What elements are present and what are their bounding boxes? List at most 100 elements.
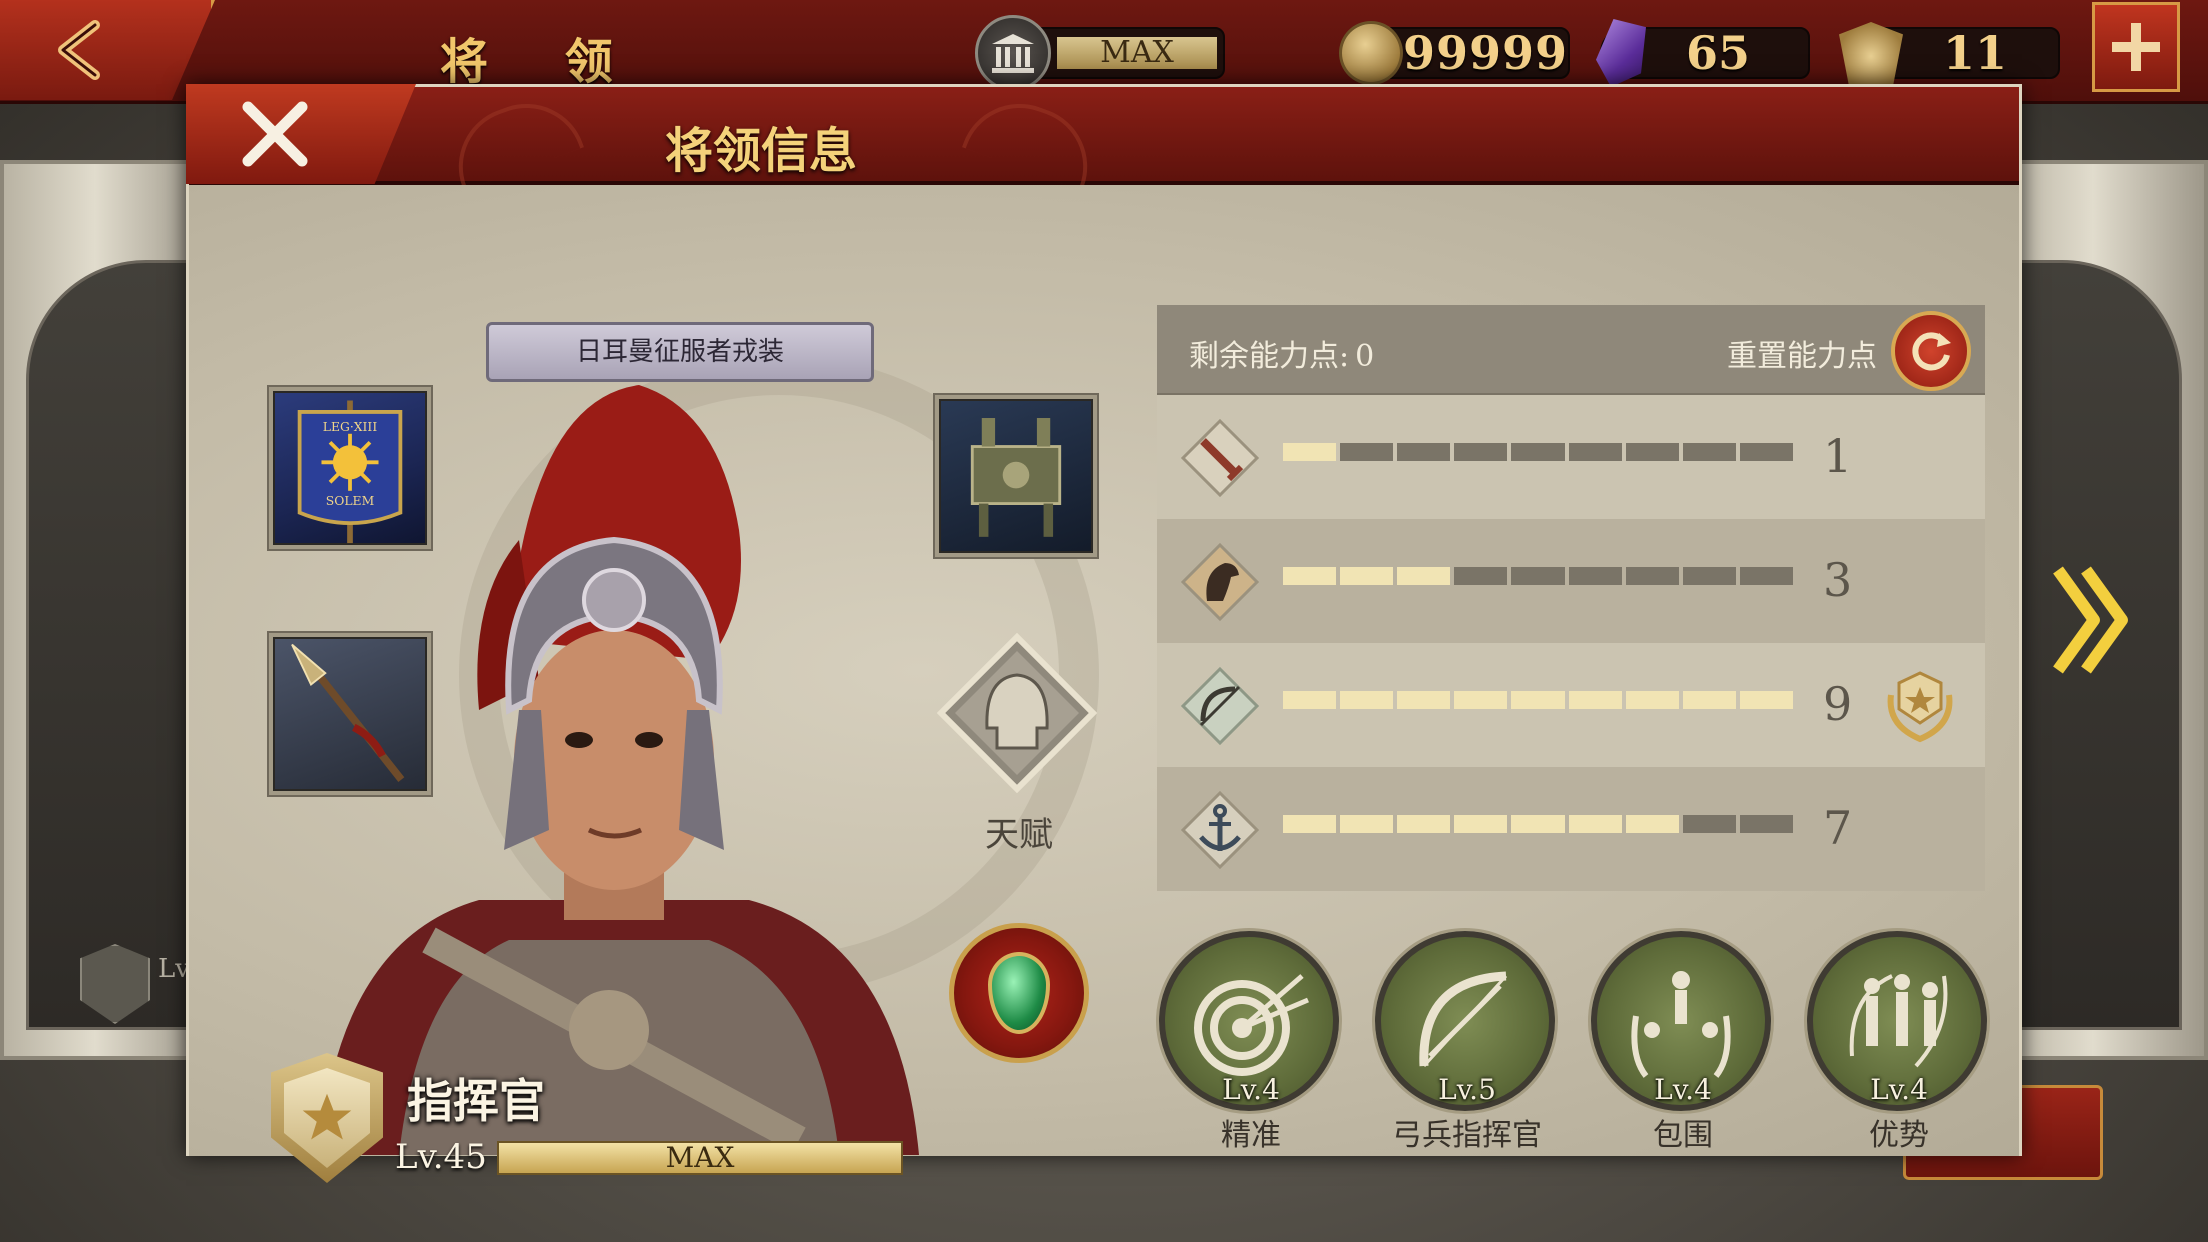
building-level-bar: MAX (1057, 37, 1217, 69)
attribute-segment (1454, 443, 1508, 461)
coin-icon (1339, 21, 1403, 85)
emerald-icon (988, 952, 1050, 1034)
attribute-segment (1511, 815, 1565, 833)
skill-archer-commander[interactable]: Lv.5 弓兵指挥官 (1375, 931, 1559, 1154)
back-button[interactable] (0, 0, 215, 100)
attribute-segment (1511, 691, 1565, 709)
skill-level: Lv.4 (1870, 1073, 1928, 1106)
attribute-segment (1454, 567, 1508, 585)
reset-points-label: 重置能力点 (1727, 339, 1877, 374)
close-button[interactable] (186, 84, 416, 184)
archers-icon (1849, 974, 1948, 1068)
attribute-segment (1682, 815, 1736, 833)
talent-button[interactable] (936, 632, 1098, 794)
attribute-segment (1340, 691, 1394, 709)
attack-points-value: 1 (1823, 429, 1853, 483)
attribute-segment (1340, 567, 1394, 585)
skill-precision[interactable]: Lv.4 精准 (1159, 931, 1343, 1154)
target-arrows-icon (1194, 974, 1309, 1076)
navy-points-value: 7 (1823, 801, 1853, 855)
horse-icon (1180, 542, 1260, 622)
reset-points-button[interactable] (1891, 311, 1971, 391)
attribute-segment (1283, 691, 1337, 709)
attribute-segment (1568, 815, 1622, 833)
attribute-segment (1511, 567, 1565, 585)
star-laurel-badge-icon (1887, 671, 1953, 743)
attribute-segment (1739, 567, 1793, 585)
talent-label: 天赋 (985, 815, 1053, 855)
skill-level: Lv.5 (1438, 1073, 1496, 1106)
attack-points-bar (1283, 443, 1793, 461)
attribute-segment (1511, 443, 1565, 461)
attribute-segment (1283, 567, 1337, 585)
attribute-segment (1739, 815, 1793, 833)
coins-value: 99999 (1402, 26, 1568, 80)
helmet-talent-icon (936, 632, 1098, 794)
page-title: 将 领 (440, 34, 643, 90)
spqr-eagle-icon (1839, 22, 1903, 84)
encircle-icon (1631, 971, 1731, 1078)
attribute-segment (1397, 567, 1451, 585)
attribute-segment (1283, 443, 1337, 461)
attribute-segment (1283, 815, 1337, 833)
general-portrait (319, 385, 919, 1155)
refresh-icon (1912, 332, 1951, 371)
skill-advantage[interactable]: Lv.4 优势 (1807, 931, 1991, 1154)
plus-icon (2112, 23, 2160, 71)
attribute-segment (1682, 443, 1736, 461)
skill-name: 精准 (1221, 1118, 1281, 1153)
panel-body: 日耳曼征服者戎装 LEG·XIII SOLEM 天赋 指挥官 Lv.45 MAX… (189, 185, 2019, 1183)
attribute-segment (1454, 691, 1508, 709)
attribute-segment (1739, 443, 1793, 461)
archery-points-bar (1283, 691, 1793, 709)
gem-icon (1596, 19, 1646, 87)
navy-points-bar (1283, 815, 1793, 833)
close-icon (242, 101, 308, 167)
chevron-left-icon (58, 20, 100, 80)
attribute-segment (1682, 567, 1736, 585)
bow-icon (1419, 971, 1508, 1068)
attribute-segment (1340, 443, 1394, 461)
panel-header: 将领信息 (186, 84, 2019, 185)
attribute-row-attack: 1 (1157, 395, 1985, 519)
building-resource[interactable]: MAX (975, 15, 1225, 91)
cavalry-points-value: 3 (1823, 553, 1853, 607)
remaining-points-text: 剩余能力点: (1189, 339, 1350, 374)
ability-points-header: 剩余能力点: 0 重置能力点 (1157, 305, 1985, 395)
laurels-value: 11 (1943, 26, 2008, 80)
archery-points-value: 9 (1823, 677, 1853, 731)
cauldron-slot[interactable] (933, 393, 1099, 559)
cavalry-points-bar (1283, 567, 1793, 585)
anchor-icon (1180, 790, 1260, 870)
skill-name: 优势 (1869, 1118, 1929, 1153)
attribute-segment (1568, 443, 1622, 461)
double-chevron-right-icon[interactable] (2050, 560, 2130, 680)
laurel-resource[interactable]: 11 (1839, 22, 2060, 84)
star-rank-icon (284, 1068, 370, 1168)
bronze-cauldron-icon (970, 418, 1062, 537)
coins-resource[interactable]: 99999 (1339, 21, 1570, 85)
skill-level: Lv.4 (1654, 1073, 1712, 1106)
attribute-segment (1397, 815, 1451, 833)
bow-icon (1180, 666, 1260, 746)
rank-title: 指挥官 (407, 1074, 545, 1128)
skill-name: 弓兵指挥官 (1392, 1118, 1542, 1153)
attribute-segment (1397, 691, 1451, 709)
attribute-segment (1625, 567, 1679, 585)
temple-icon (975, 15, 1051, 91)
level-progress-bar: MAX (497, 1141, 903, 1175)
attribute-row-navy: 7 (1157, 767, 1985, 891)
add-button[interactable] (2092, 2, 2180, 92)
emerald-gem-slot[interactable] (949, 923, 1089, 1063)
attribute-segment (1568, 691, 1622, 709)
attribute-row-archery: 9 (1157, 643, 1985, 767)
skill-name: 包围 (1653, 1118, 1713, 1153)
skill-level: Lv.4 (1222, 1073, 1280, 1106)
gems-value: 65 (1686, 26, 1751, 80)
attribute-segment (1739, 691, 1793, 709)
attribute-segment (1454, 815, 1508, 833)
gems-resource[interactable]: 65 (1596, 19, 1810, 87)
armor-name-plate[interactable]: 日耳曼征服者戎装 (486, 322, 874, 382)
remaining-points-value: 0 (1355, 339, 1375, 374)
skill-encircle[interactable]: Lv.4 包围 (1591, 931, 1775, 1154)
